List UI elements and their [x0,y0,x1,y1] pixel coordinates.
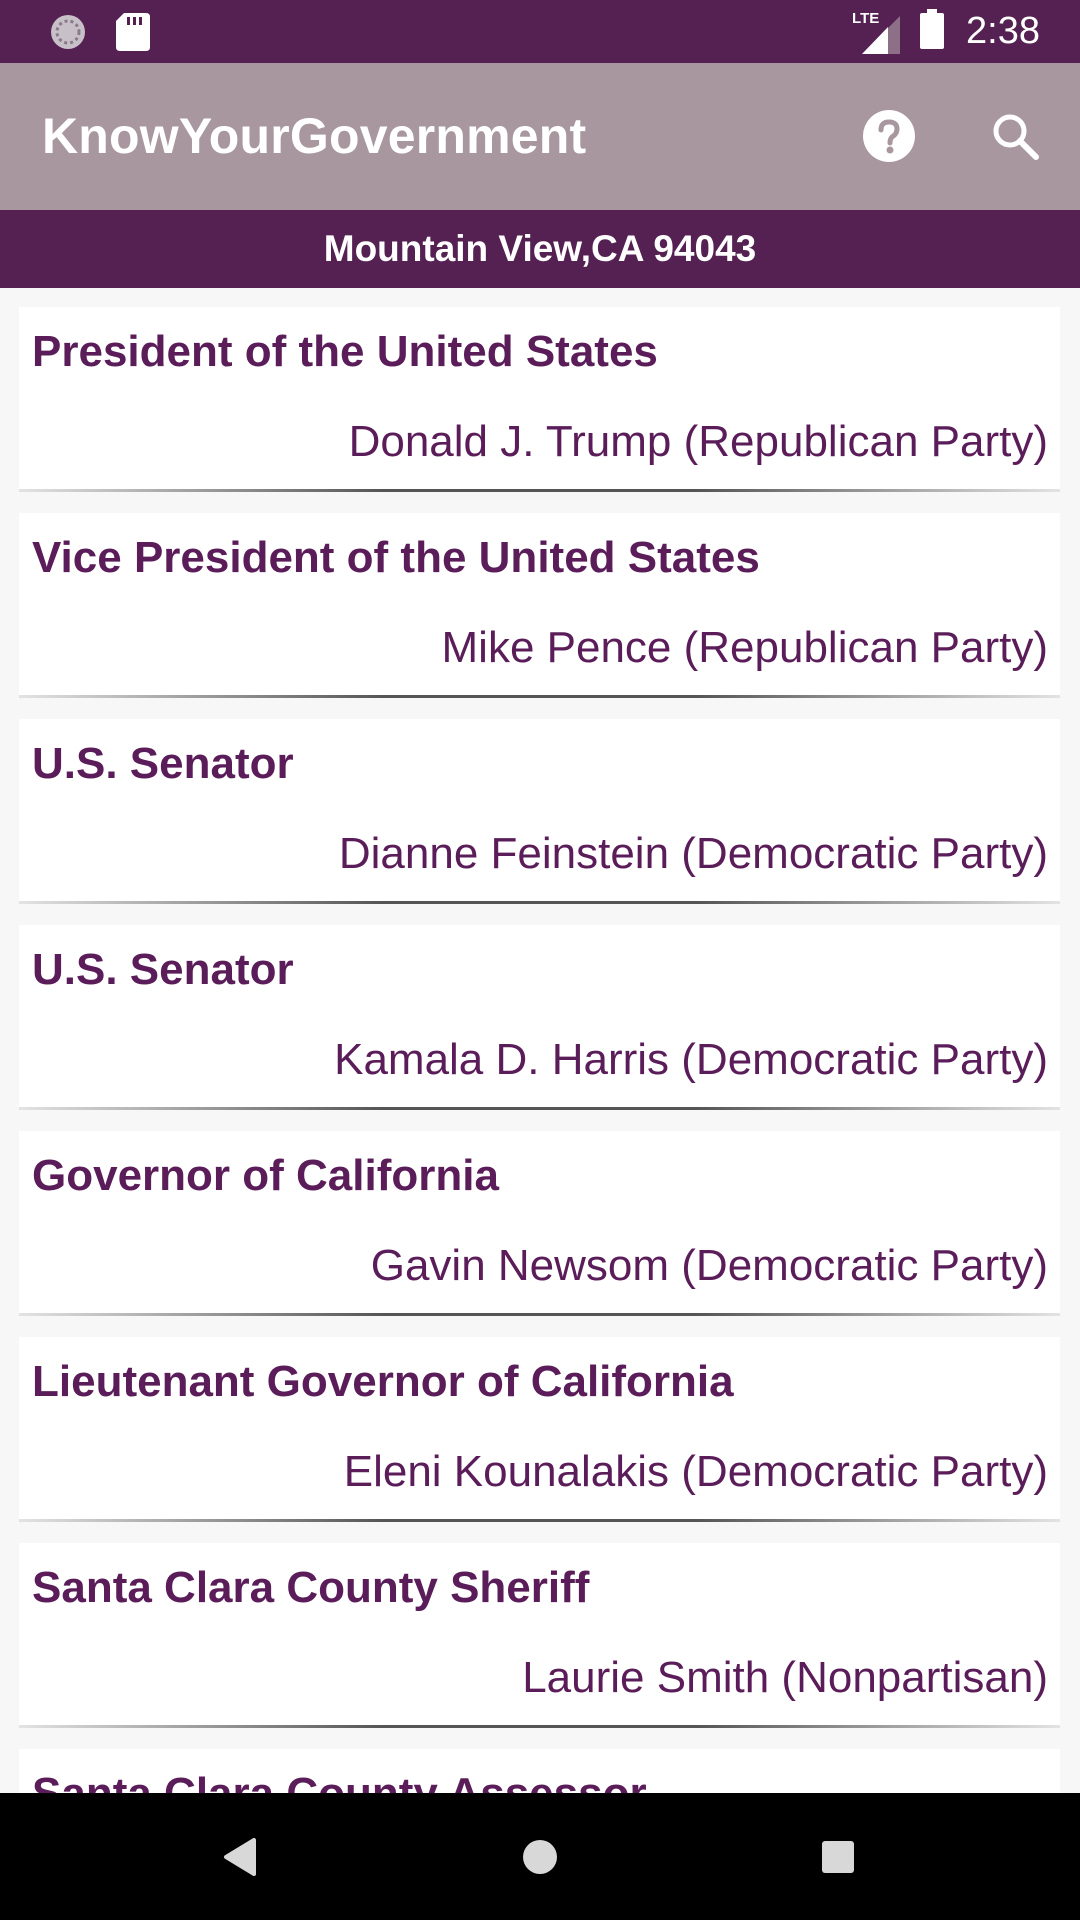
divider [19,489,1060,492]
help-button[interactable] [856,103,922,169]
official-card[interactable]: Santa Clara County Sheriff Laurie Smith … [19,1543,1060,1728]
office-title: Santa Clara County Assessor [32,1769,647,1793]
home-icon [523,1840,557,1874]
status-bar: LTE 2:38 [0,0,1080,63]
app-title: KnowYourGovernment [42,108,587,164]
official-name: Donald J. Trump (Republican Party) [348,417,1048,466]
home-button[interactable] [512,1829,568,1885]
sync-icon [48,12,88,57]
battery-icon [920,9,945,54]
divider [19,1313,1060,1316]
divider [19,1725,1060,1728]
official-card[interactable]: Santa Clara County Assessor [19,1749,1060,1793]
official-card[interactable]: Lieutenant Governor of California Eleni … [19,1337,1060,1522]
official-name: Mike Pence (Republican Party) [441,623,1048,672]
divider [19,1519,1060,1522]
office-title: U.S. Senator [32,945,294,994]
official-name: Dianne Feinstein (Democratic Party) [338,829,1048,878]
signal-icon: LTE [852,10,901,54]
divider [19,695,1060,698]
official-card[interactable]: U.S. Senator Dianne Feinstein (Democrati… [19,719,1060,904]
office-title: President of the United States [32,327,658,376]
office-title: Governor of California [32,1151,499,1200]
official-card[interactable]: Governor of California Gavin Newsom (Dem… [19,1131,1060,1316]
office-title: Lieutenant Governor of California [32,1357,734,1406]
recents-button[interactable] [810,1829,866,1885]
official-card[interactable]: Vice President of the United States Mike… [19,513,1060,698]
official-name: Laurie Smith (Nonpartisan) [522,1653,1048,1702]
app-bar: KnowYourGovernment [0,63,1080,210]
divider [19,1107,1060,1110]
location-text: Mountain View,CA 94043 [323,228,757,269]
office-title: Santa Clara County Sheriff [32,1563,590,1612]
location-header: Mountain View,CA 94043 [0,210,1080,288]
clock: 2:38 [966,10,1040,52]
help-icon [863,110,915,162]
official-card[interactable]: President of the United States Donald J.… [19,307,1060,492]
divider [19,901,1060,904]
officials-list[interactable]: President of the United States Donald J.… [0,288,1080,1793]
sd-card-icon [116,13,150,56]
recents-icon [822,1841,854,1873]
search-button[interactable] [982,103,1048,169]
office-title: Vice President of the United States [32,533,760,582]
official-card[interactable]: U.S. Senator Kamala D. Harris (Democrati… [19,925,1060,1110]
official-name: Gavin Newsom (Democratic Party) [370,1241,1048,1290]
office-title: U.S. Senator [32,739,294,788]
official-name: Eleni Kounalakis (Democratic Party) [343,1447,1048,1496]
search-icon [993,114,1039,160]
official-name: Kamala D. Harris (Democratic Party) [334,1035,1048,1084]
back-button[interactable] [212,1829,268,1885]
back-icon [224,1838,256,1876]
navigation-bar [0,1793,1080,1920]
